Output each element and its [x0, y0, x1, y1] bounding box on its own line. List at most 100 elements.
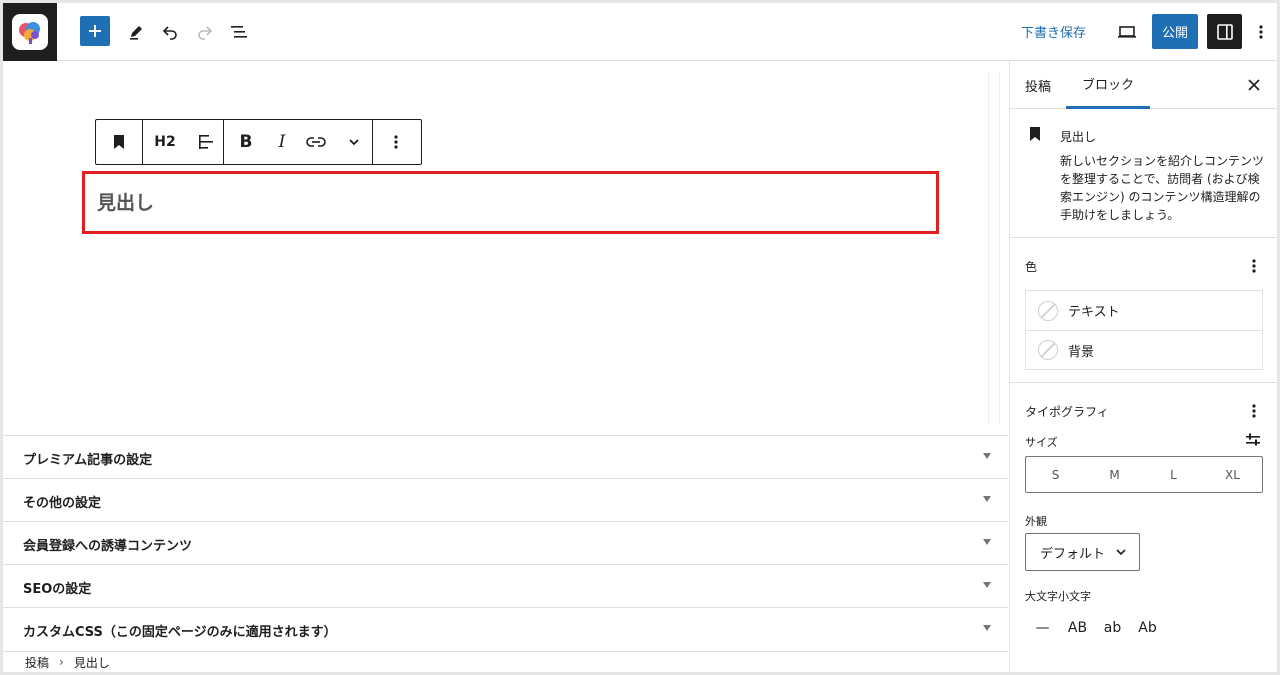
sidebar-icon — [1216, 23, 1233, 40]
heading-text[interactable]: 見出し — [97, 188, 154, 215]
preview-button[interactable] — [1111, 16, 1143, 48]
metaboxes-area: プレミアム記事の設定 その他の設定 会員登録への誘導コンテンツ SEOの設定 カ… — [3, 435, 1008, 650]
letter-case-capitalize[interactable]: Ab — [1130, 616, 1165, 640]
caret-down-icon — [983, 539, 991, 545]
breadcrumb-separator: › — [59, 655, 64, 669]
metabox-other-settings[interactable]: その他の設定 — [3, 478, 1008, 521]
letter-case-options: — AB ab Ab — [1025, 616, 1165, 640]
block-options-button[interactable] — [373, 120, 419, 164]
color-panel: 色 テキスト 背景 — [1010, 239, 1277, 383]
settings-sliders-icon — [1246, 433, 1260, 446]
appearance-value: デフォルト — [1040, 546, 1106, 562]
appearance-label: 外観 — [1025, 515, 1047, 528]
color-item-label: テキスト — [1068, 305, 1120, 320]
save-draft-button[interactable]: 下書き保存 — [1021, 22, 1086, 41]
heading-level-button[interactable]: H2 — [143, 120, 187, 164]
bold-icon: B — [239, 132, 253, 152]
custom-size-button[interactable] — [1244, 431, 1262, 449]
metabox-member-registration[interactable]: 会員登録への誘導コンテンツ — [3, 521, 1008, 564]
align-left-icon — [199, 135, 213, 149]
metabox-title: カスタムCSS（この固定ページのみに適用されます） — [23, 625, 337, 640]
block-type-button[interactable] — [96, 120, 142, 164]
vertical-ellipsis-icon — [1252, 404, 1256, 418]
typography-panel-title: タイポグラフィ — [1025, 405, 1109, 419]
editor-canvas: H2 B I 見出し — [3, 61, 1008, 435]
color-options-button[interactable] — [1246, 256, 1262, 276]
bookmark-icon — [114, 135, 124, 149]
bold-button[interactable]: B — [224, 120, 268, 164]
size-option-s[interactable]: S — [1026, 457, 1085, 492]
letter-case-uppercase[interactable]: AB — [1060, 616, 1095, 640]
caret-down-icon — [983, 582, 991, 588]
typography-panel: タイポグラフィ サイズ S M L XL 外観 デフォルト 大文字小文字 — A… — [1010, 384, 1277, 672]
color-item-label: 背景 — [1068, 344, 1095, 360]
vertical-ellipsis-icon — [394, 135, 398, 149]
caret-down-icon — [983, 625, 991, 631]
metabox-seo-settings[interactable]: SEOの設定 — [3, 564, 1008, 607]
color-item-text[interactable]: テキスト — [1026, 291, 1262, 330]
letter-case-lowercase[interactable]: ab — [1095, 616, 1130, 640]
block-toolbar-group-options — [373, 120, 419, 164]
vertical-ellipsis-icon — [1259, 25, 1263, 39]
breadcrumb-root[interactable]: 投稿 — [25, 654, 49, 671]
chevron-down-icon — [349, 139, 359, 146]
settings-sidebar: 投稿 ブロック 見出し 新しいセクションを紹介しコンテンツを整理することで、訪問… — [1009, 61, 1277, 672]
more-formats-button[interactable] — [336, 120, 372, 164]
undo-button[interactable] — [154, 16, 186, 48]
italic-icon: I — [278, 132, 286, 152]
tools-button[interactable] — [120, 16, 152, 48]
block-card-title: 見出し — [1060, 130, 1097, 144]
block-icon — [1028, 126, 1042, 146]
plus-icon — [89, 25, 101, 37]
settings-sidebar-toggle[interactable] — [1207, 14, 1242, 49]
size-label: サイズ — [1025, 436, 1058, 449]
publish-button[interactable]: 公開 — [1152, 14, 1198, 49]
link-icon — [306, 137, 326, 147]
caret-down-icon — [983, 496, 991, 502]
color-swatch-none — [1038, 340, 1058, 360]
desktop-preview-icon — [1118, 26, 1136, 38]
color-list: テキスト 背景 — [1025, 290, 1263, 370]
metabox-title: 会員登録への誘導コンテンツ — [23, 539, 193, 554]
top-toolbar: 下書き保存 公開 — [3, 3, 1277, 61]
color-panel-title: 色 — [1025, 260, 1038, 274]
align-button[interactable] — [187, 120, 223, 164]
vertical-ellipsis-icon — [1252, 259, 1256, 273]
breadcrumb-current[interactable]: 見出し — [74, 654, 110, 671]
letter-case-none[interactable]: — — [1025, 616, 1060, 640]
redo-button[interactable] — [189, 16, 221, 48]
metabox-title: その他の設定 — [23, 496, 102, 511]
caret-down-icon — [983, 453, 991, 459]
size-option-l[interactable]: L — [1144, 457, 1203, 492]
metabox-premium-article[interactable]: プレミアム記事の設定 — [3, 435, 1008, 478]
tab-post[interactable]: 投稿 — [1025, 61, 1051, 109]
breadcrumb: 投稿 › 見出し — [3, 651, 1008, 672]
block-card-description: 新しいセクションを紹介しコンテンツを整理することで、訪問者 (および検索エンジン… — [1060, 154, 1265, 222]
typography-options-button[interactable] — [1246, 401, 1262, 421]
block-toolbar-group-format: B I — [224, 120, 373, 164]
size-option-xl[interactable]: XL — [1203, 457, 1262, 492]
list-view-button[interactable] — [223, 16, 255, 48]
editor-window: 下書き保存 公開 H2 B I 見出し プレミアム記事の設定 その他の設定 会員… — [3, 3, 1277, 672]
canvas-scrollbar[interactable] — [988, 71, 1000, 425]
site-logo-button[interactable] — [3, 3, 57, 61]
metabox-title: SEOの設定 — [23, 582, 92, 597]
close-icon — [1248, 79, 1260, 91]
metabox-custom-css[interactable]: カスタムCSS（この固定ページのみに適用されます） — [3, 607, 1008, 650]
close-sidebar-button[interactable] — [1246, 77, 1262, 93]
metabox-title: プレミアム記事の設定 — [23, 453, 153, 468]
link-button[interactable] — [296, 120, 336, 164]
block-toolbar-group-type — [96, 120, 143, 164]
tab-block[interactable]: ブロック — [1066, 61, 1151, 109]
brain-logo-icon — [19, 22, 40, 44]
block-inserter-button[interactable] — [80, 16, 110, 46]
more-options-button[interactable] — [1249, 16, 1273, 48]
redo-icon — [198, 26, 213, 40]
italic-button[interactable]: I — [268, 120, 296, 164]
heading-block[interactable]: 見出し — [82, 171, 939, 234]
undo-icon — [162, 26, 177, 40]
size-option-m[interactable]: M — [1085, 457, 1144, 492]
color-item-background[interactable]: 背景 — [1026, 330, 1262, 369]
letter-case-label: 大文字小文字 — [1025, 590, 1091, 603]
appearance-select[interactable]: デフォルト — [1025, 533, 1140, 571]
